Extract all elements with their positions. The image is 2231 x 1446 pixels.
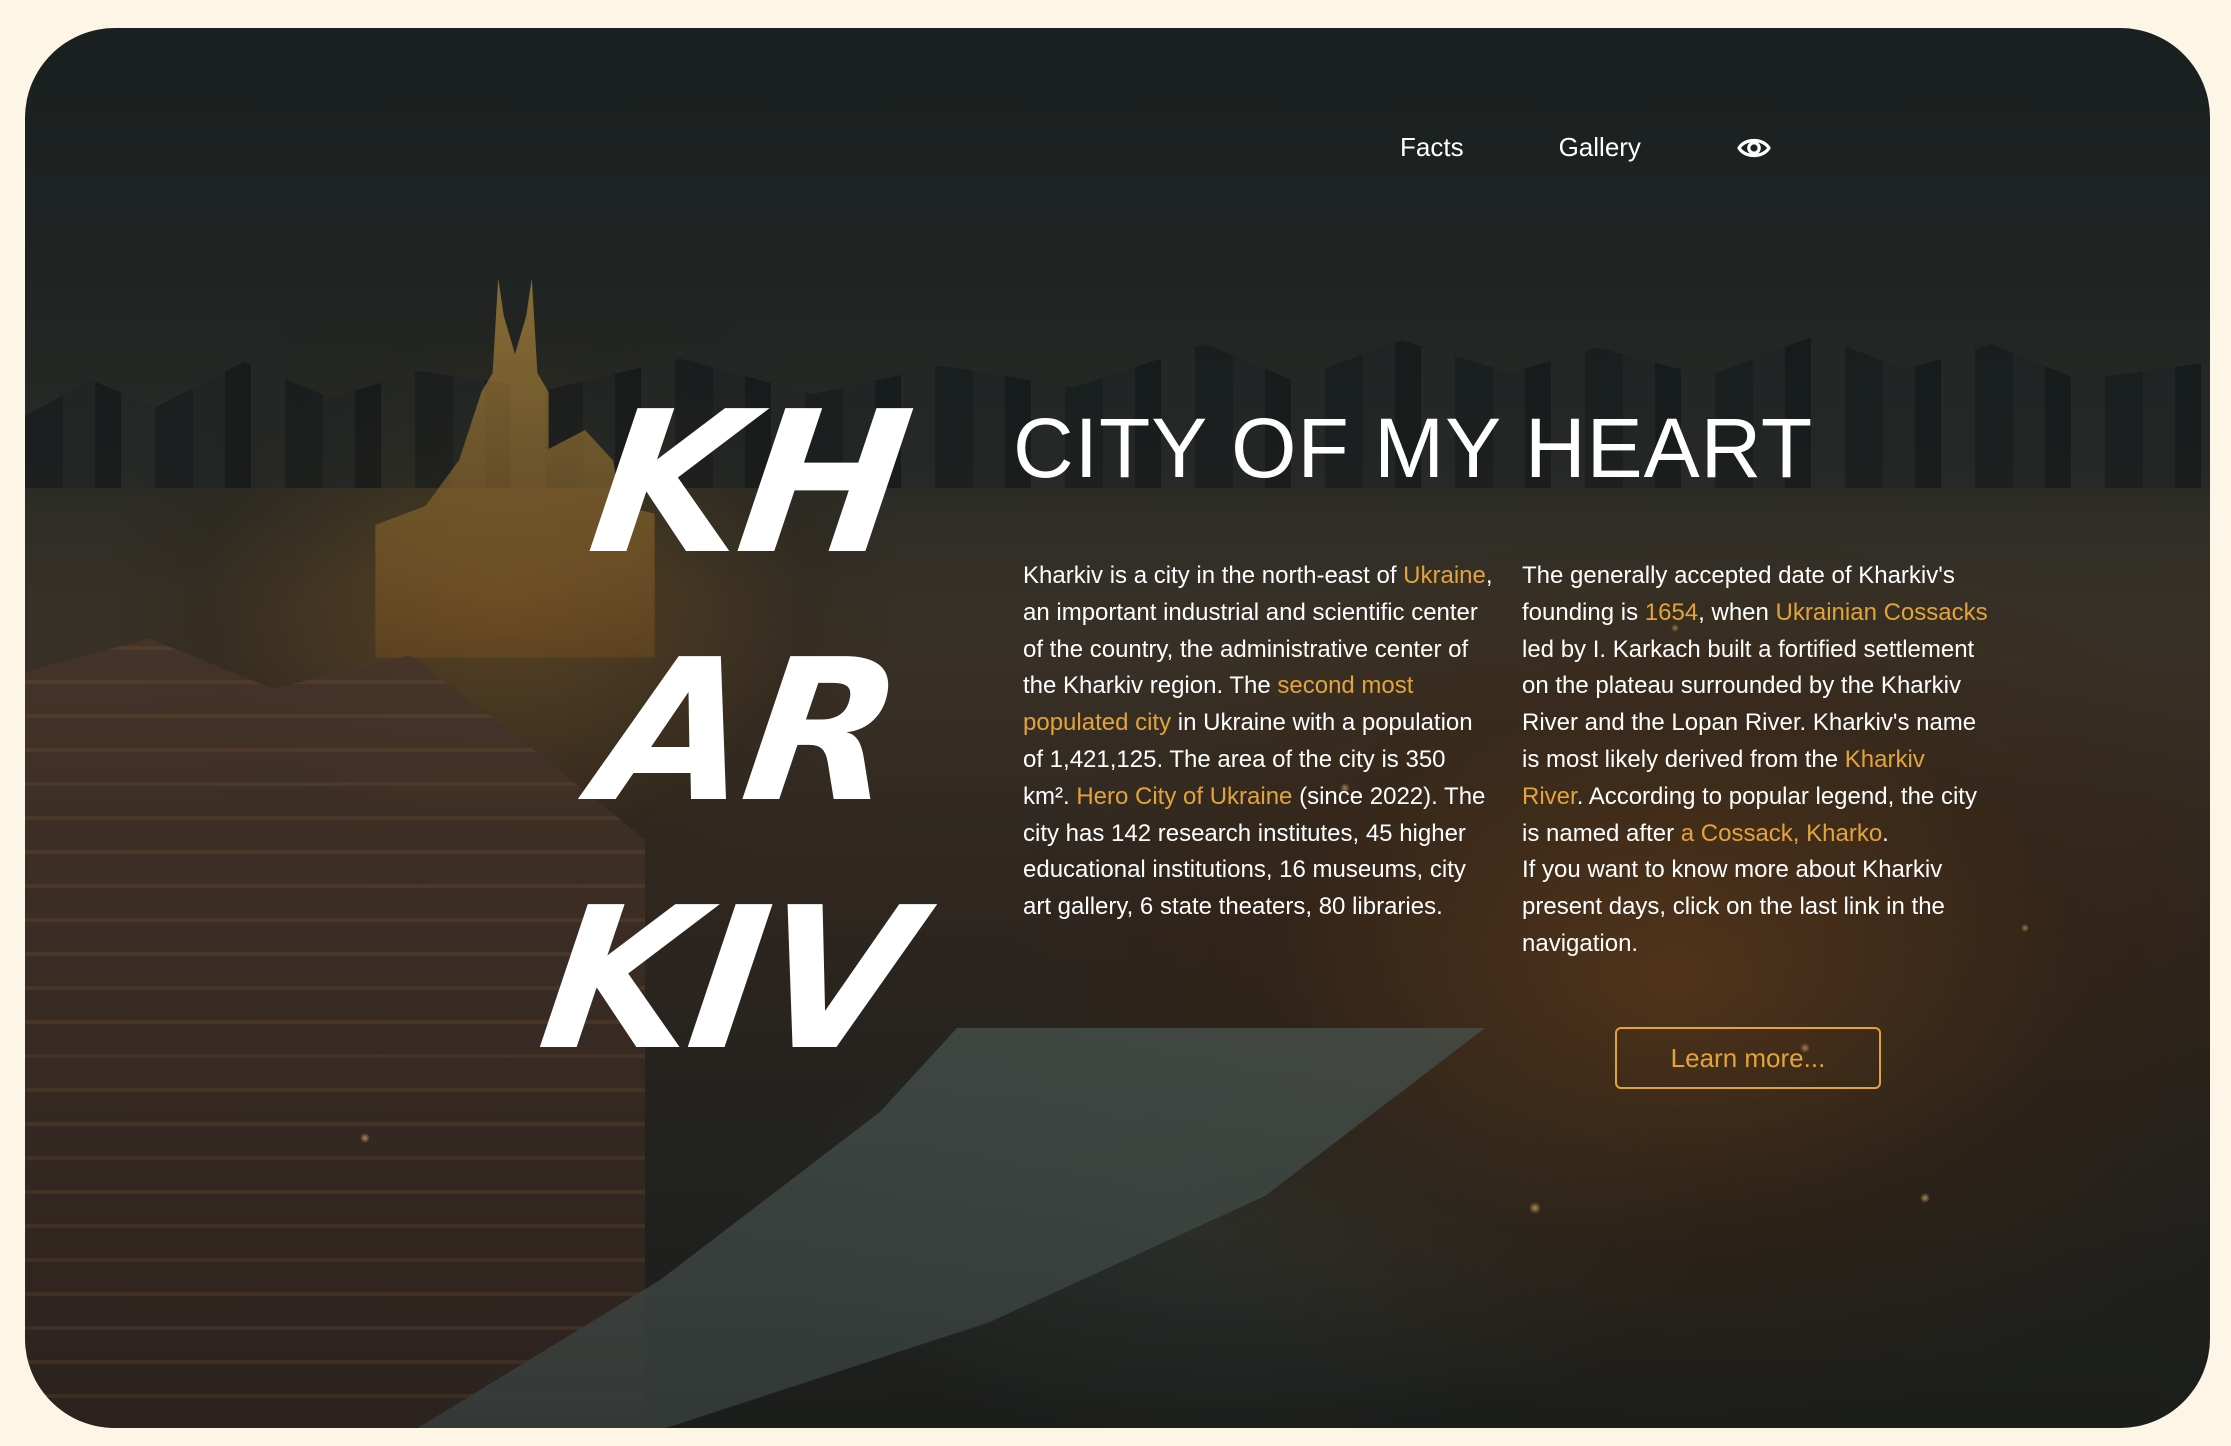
city-name-line-2: AR	[583, 618, 911, 846]
history-paragraph: The generally accepted date of Kharkiv's…	[1522, 558, 1992, 963]
link-1654[interactable]: 1654	[1645, 599, 1698, 626]
link-cossack-kharko[interactable]: a Cossack, Kharko	[1681, 820, 1882, 847]
nav-link-facts[interactable]: Facts	[1400, 132, 1464, 163]
history-text: .	[1882, 819, 1889, 847]
history-note: If you want to know more about Kharkiv p…	[1522, 856, 1945, 957]
city-name-line-1: KH	[578, 370, 919, 598]
intro-paragraph: Kharkiv is a city in the north-east of U…	[1023, 558, 1493, 926]
intro-text: Kharkiv is a city in the north-east of	[1023, 562, 1404, 589]
main-navigation: Facts Gallery	[1400, 128, 1772, 166]
page-title: CITY OF MY HEART	[1013, 401, 1814, 495]
learn-more-button[interactable]: Learn more...	[1615, 1027, 1881, 1089]
nav-link-gallery[interactable]: Gallery	[1559, 132, 1641, 163]
eye-icon[interactable]	[1736, 130, 1772, 166]
link-ukraine[interactable]: Ukraine	[1403, 562, 1486, 589]
link-hero-city[interactable]: Hero City of Ukraine	[1076, 783, 1292, 810]
city-name-line-3: KIV	[529, 866, 926, 1094]
history-text: , when	[1698, 598, 1776, 626]
link-ukrainian-cossacks[interactable]: Ukrainian Cossacks	[1776, 599, 1988, 626]
